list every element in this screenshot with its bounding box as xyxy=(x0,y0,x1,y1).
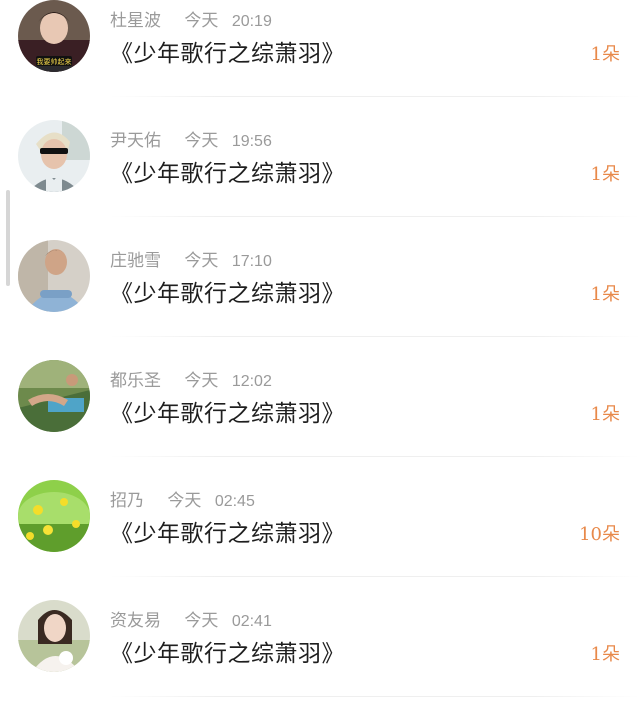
avatar[interactable] xyxy=(18,120,90,192)
flower-count: 1朵 xyxy=(590,164,620,185)
record-meta: 招乃 今天 02:45 xyxy=(110,486,255,511)
user-name[interactable]: 资友易 xyxy=(110,611,161,631)
divider xyxy=(110,336,640,337)
user-name[interactable]: 尹天佑 xyxy=(110,131,161,151)
record-meta: 庄驰雪 今天 17:10 xyxy=(110,246,272,271)
user-name[interactable]: 都乐圣 xyxy=(110,371,161,391)
record-day: 今天 xyxy=(184,371,219,391)
divider xyxy=(110,96,640,97)
avatar[interactable]: 我要帅起来 xyxy=(18,0,90,72)
record-day: 今天 xyxy=(184,11,219,31)
record-time: 02:41 xyxy=(231,613,272,630)
user-name[interactable]: 杜星波 xyxy=(110,11,161,31)
divider xyxy=(110,216,640,217)
record-meta: 尹天佑 今天 19:56 xyxy=(110,126,272,151)
list-item[interactable]: 招乃 今天 02:45 《少年歌行之综萧羽》 10朵 xyxy=(0,480,640,600)
record-day: 今天 xyxy=(184,611,219,631)
avatar[interactable] xyxy=(18,600,90,672)
book-title: 《少年歌行之综萧羽》 xyxy=(110,281,345,307)
user-name[interactable]: 招乃 xyxy=(110,491,144,511)
flower-count: 1朵 xyxy=(590,284,620,305)
book-title: 《少年歌行之综萧羽》 xyxy=(110,161,345,187)
list-item[interactable]: 我要帅起来 杜星波 今天 20:19 《少年歌行之综萧羽》 1朵 xyxy=(0,0,640,120)
flower-count: 1朵 xyxy=(590,44,620,65)
record-time: 02:45 xyxy=(214,493,255,510)
list-item[interactable]: 资友易 今天 02:41 《少年歌行之综萧羽》 1朵 xyxy=(0,600,640,720)
record-time: 12:02 xyxy=(231,373,272,390)
list-item[interactable]: 都乐圣 今天 12:02 《少年歌行之综萧羽》 1朵 xyxy=(0,360,640,480)
record-day: 今天 xyxy=(184,251,219,271)
divider xyxy=(110,456,640,457)
flower-count: 1朵 xyxy=(590,404,620,425)
list-item[interactable]: 尹天佑 今天 19:56 《少年歌行之综萧羽》 1朵 xyxy=(0,120,640,240)
record-day: 今天 xyxy=(167,491,202,511)
user-name[interactable]: 庄驰雪 xyxy=(110,251,161,271)
gift-record-list: 我要帅起来 杜星波 今天 20:19 《少年歌行之综萧羽》 1朵 尹天佑 今天 … xyxy=(0,0,640,720)
book-title: 《少年歌行之综萧羽》 xyxy=(110,401,345,427)
list-item[interactable]: 庄驰雪 今天 17:10 《少年歌行之综萧羽》 1朵 xyxy=(0,240,640,360)
record-meta: 资友易 今天 02:41 xyxy=(110,606,272,631)
record-time: 19:56 xyxy=(231,133,272,150)
avatar[interactable] xyxy=(18,240,90,312)
record-day: 今天 xyxy=(184,131,219,151)
book-title: 《少年歌行之综萧羽》 xyxy=(110,521,345,547)
flower-count: 10朵 xyxy=(579,524,620,545)
flower-count: 1朵 xyxy=(590,644,620,665)
divider xyxy=(110,696,640,697)
avatar[interactable] xyxy=(18,360,90,432)
avatar-caption: 我要帅起来 xyxy=(37,57,72,66)
avatar[interactable] xyxy=(18,480,90,552)
book-title: 《少年歌行之综萧羽》 xyxy=(110,641,345,667)
record-meta: 都乐圣 今天 12:02 xyxy=(110,366,272,391)
record-time: 17:10 xyxy=(231,253,272,270)
book-title: 《少年歌行之综萧羽》 xyxy=(110,41,345,67)
divider xyxy=(110,576,640,577)
record-meta: 杜星波 今天 20:19 xyxy=(110,6,272,31)
record-time: 20:19 xyxy=(231,13,272,30)
